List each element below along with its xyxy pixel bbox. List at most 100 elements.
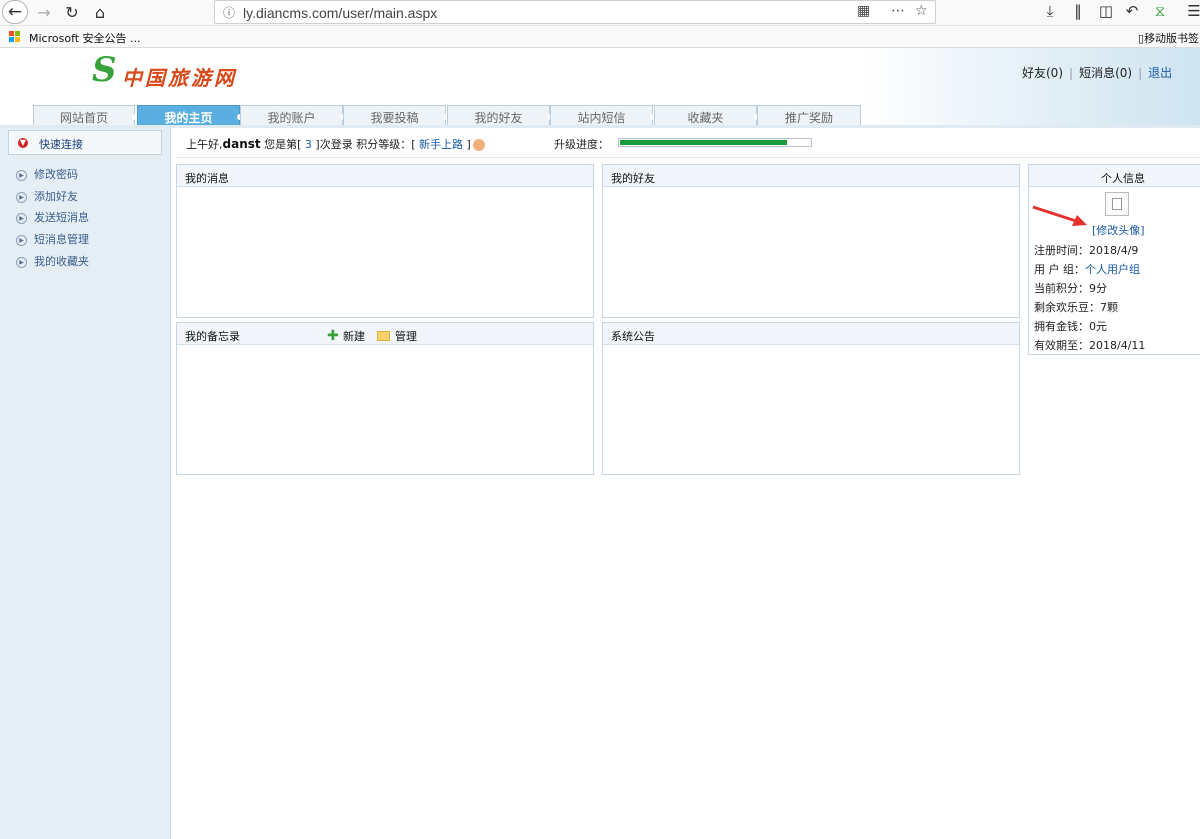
sidebar-item-label: 添加好友 <box>34 190 78 203</box>
greeting: 上午好, <box>186 138 223 151</box>
reload-icon[interactable]: ↻ <box>62 1 82 23</box>
announcements-panel: 系统公告 <box>602 322 1020 475</box>
sidebar-item-label: 修改密码 <box>34 168 78 181</box>
panel-title: 我的好友 <box>611 172 655 185</box>
money-label: 拥有金钱： <box>1034 320 1089 333</box>
memo-manage-button[interactable]: 管理 <box>377 328 417 344</box>
reg-time-value: 2018/4/9 <box>1089 244 1139 257</box>
site-logo[interactable]: 中国旅游网 <box>122 62 237 91</box>
logo-icon[interactable]: S <box>92 52 117 88</box>
sidebar-item-label: 发送短消息 <box>34 211 89 224</box>
back-icon[interactable]: ← <box>2 0 28 24</box>
upgrade-progress-bar <box>618 138 812 147</box>
quick-link-label: 快速连接 <box>39 138 83 151</box>
memo-manage-label: 管理 <box>395 330 417 343</box>
download-icon[interactable]: ⤓ <box>1040 2 1060 20</box>
group-label: 用 户 组： <box>1034 263 1085 276</box>
tab-label: 网站首页 <box>59 111 108 125</box>
annotation-arrow-icon <box>1032 205 1087 226</box>
tab-label: 收藏夹 <box>687 111 724 125</box>
chevron-right-icon: ▶ <box>16 169 27 181</box>
memo-new-label: 新建 <box>343 330 365 343</box>
qr-code-icon[interactable]: ▦ <box>857 3 870 19</box>
chevron-right-icon: ▶ <box>16 191 27 203</box>
edit-avatar-link[interactable]: [修改头像] <box>1092 222 1145 238</box>
arrow-down-circle-icon: ▼ <box>18 138 28 148</box>
points-row: 当前积分：9分 <box>1034 280 1107 296</box>
star-icon[interactable]: ☆ <box>915 3 928 19</box>
quick-link-button[interactable]: ▼ 快速连接 <box>8 130 162 155</box>
tab-label: 我的好友 <box>474 111 523 125</box>
sidebar-item-change-password[interactable]: ▶ 修改密码 <box>16 166 78 182</box>
sidebar-item-message-manage[interactable]: ▶ 短消息管理 <box>16 231 89 247</box>
bookmark-link[interactable]: Microsoft 安全公告 ... <box>29 30 141 46</box>
username: danst <box>222 137 261 151</box>
user-level[interactable]: 新手上路 <box>419 138 463 151</box>
group-row: 用 户 组：个人用户组 <box>1034 261 1140 277</box>
sidebar-item-send-message[interactable]: ▶ 发送短消息 <box>16 209 89 225</box>
money-row: 拥有金钱：0元 <box>1034 318 1107 334</box>
info-icon[interactable]: ⓘ <box>223 4 235 21</box>
menu-icon[interactable]: ☰ <box>1184 2 1200 20</box>
login-suffix: ]次登录 积分等级：[ <box>311 138 419 151</box>
memo-new-button[interactable]: ✚ 新建 <box>327 328 365 344</box>
upgrade-label: 升级进度： <box>554 138 609 151</box>
level-badge-icon <box>472 139 485 151</box>
tab-account[interactable]: 我的账户 <box>240 105 346 126</box>
top-links: 好友(0) ❘ 短消息(0) ❘ 退出 <box>1022 66 1173 80</box>
tab-label: 我的主页 <box>164 111 213 125</box>
sidebar-item-add-friend[interactable]: ▶ 添加好友 <box>16 188 78 204</box>
sidebar-item-favorites[interactable]: ▶ 我的收藏夹 <box>16 253 89 269</box>
extension-icon[interactable]: ⧖ <box>1150 2 1170 20</box>
messages-link[interactable]: 短消息(0) <box>1079 66 1132 80</box>
undo-icon[interactable]: ↶ <box>1122 2 1142 20</box>
tab-messages[interactable]: 站内短信 <box>550 105 656 126</box>
logout-link[interactable]: 退出 <box>1148 66 1172 80</box>
login-prefix: 您是第[ <box>260 138 305 151</box>
beans-label: 剩余欢乐豆： <box>1034 301 1100 314</box>
folder-icon <box>377 331 390 341</box>
chevron-right-icon: ▶ <box>16 256 27 268</box>
beans-value: 7颗 <box>1100 301 1118 314</box>
tab-label: 站内短信 <box>577 111 626 125</box>
expire-value: 2018/4/11 <box>1089 339 1146 352</box>
more-icon[interactable]: ⋯ <box>891 3 905 19</box>
memo-panel: 我的备忘录 ✚ 新建 管理 <box>176 322 594 475</box>
panel-title: 个人信息 <box>1101 172 1145 185</box>
beans-row: 剩余欢乐豆：7颗 <box>1034 299 1118 315</box>
reg-time-row: 注册时间：2018/4/9 <box>1034 242 1138 258</box>
group-link[interactable]: 个人用户组 <box>1085 263 1140 276</box>
bookmarks-bar <box>0 26 1200 48</box>
url-bar[interactable]: ⓘ ly.diancms.com/user/main.aspx ▦ ⋯ ☆ <box>214 0 936 24</box>
tab-friends[interactable]: 我的好友 <box>447 105 553 126</box>
sidebar-icon[interactable]: ◫ <box>1096 2 1116 20</box>
url-text[interactable]: ly.diancms.com/user/main.aspx <box>243 5 437 21</box>
library-icon[interactable]: ‖ <box>1068 2 1088 20</box>
tab-label: 推广奖励 <box>784 111 833 125</box>
my-friends-panel: 我的好友 <box>602 164 1020 318</box>
forward-icon[interactable]: → <box>34 1 54 23</box>
panel-title: 系统公告 <box>611 330 655 343</box>
login-count: 3 <box>304 138 312 151</box>
tab-favorites[interactable]: 收藏夹 <box>654 105 760 126</box>
welcome-text: 上午好,danst 您是第[ 3 ]次登录 积分等级：[ 新手上路 ] <box>186 136 485 152</box>
tab-home[interactable]: 网站首页 <box>33 105 138 126</box>
home-icon[interactable]: ⌂ <box>90 1 110 23</box>
expire-row: 有效期至：2018/4/11 <box>1034 337 1145 353</box>
friends-link[interactable]: 好友(0) <box>1022 66 1063 80</box>
sidebar: ▼ 快速连接 ▶ 修改密码 ▶ 添加好友 ▶ 发送短消息 ▶ 短消息管理 ▶ 我的收藏夹 <box>0 128 171 839</box>
mobile-bookmarks-label: 移动版书签 <box>1144 32 1200 45</box>
tab-label: 我的账户 <box>267 111 316 125</box>
avatar[interactable] <box>1105 192 1129 216</box>
tab-promotion[interactable]: 推广奖励 <box>757 105 861 126</box>
money-value: 0元 <box>1089 320 1107 333</box>
panel-title: 我的消息 <box>185 172 229 185</box>
expire-label: 有效期至： <box>1034 339 1089 352</box>
sidebar-item-label: 我的收藏夹 <box>34 255 89 268</box>
tab-my-home[interactable]: 我的主页 <box>137 105 243 126</box>
mobile-bookmarks-link[interactable]: ▯移动版书签 <box>1138 30 1199 46</box>
chevron-right-icon: ▶ <box>16 212 27 224</box>
image-placeholder-icon <box>1112 198 1122 210</box>
tab-submit[interactable]: 我要投稿 <box>343 105 449 126</box>
panel-title: 我的备忘录 <box>185 330 240 343</box>
